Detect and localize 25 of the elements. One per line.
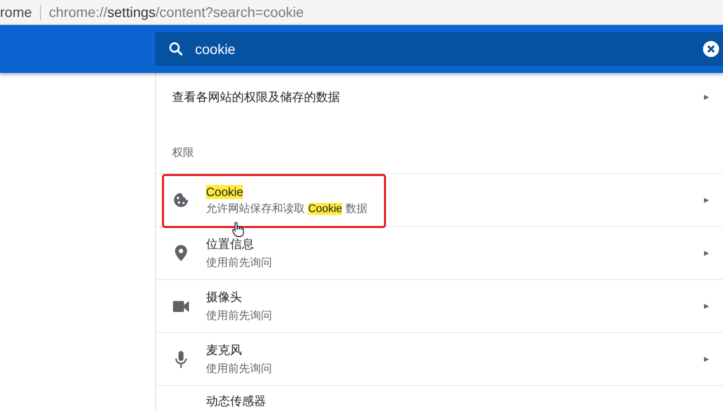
arrow-icon[interactable]: ▸ (704, 300, 709, 312)
arrow-icon[interactable]: ▸ (704, 354, 709, 364)
row-title: 位置信息 (206, 236, 255, 253)
row-title: 摄像头 (206, 289, 243, 306)
arrow-icon[interactable]: ▸ (704, 248, 709, 258)
search-field[interactable]: cookie (155, 32, 723, 66)
row-title: Cookie (206, 184, 244, 198)
video-camera-icon (173, 300, 189, 312)
cookie-icon (173, 192, 189, 208)
arrow-icon[interactable]: ▸ (704, 92, 709, 102)
location-pin-icon (175, 245, 187, 261)
microphone-icon (175, 350, 187, 368)
clear-icon[interactable] (703, 41, 719, 57)
row-subtitle: 允许网站保存和读取 Cookie 数据 (206, 202, 368, 216)
row-title: 麦克风 (206, 342, 243, 359)
row-subtitle: 使用前先询问 (206, 309, 273, 323)
tab-label[interactable]: rome (0, 4, 38, 20)
url-text[interactable]: chrome://settings/content?search=cookie (48, 4, 304, 20)
row-subtitle: 使用前先询问 (206, 256, 273, 270)
section-title: 权限 (171, 146, 195, 161)
search-icon (169, 42, 183, 56)
arrow-icon[interactable]: ▸ (704, 194, 709, 206)
row-title: 动态传感器 (206, 393, 267, 410)
site-data-link[interactable]: 查看各网站的权限及储存的数据 (172, 88, 704, 106)
row-subtitle: 使用前先询问 (206, 362, 273, 376)
